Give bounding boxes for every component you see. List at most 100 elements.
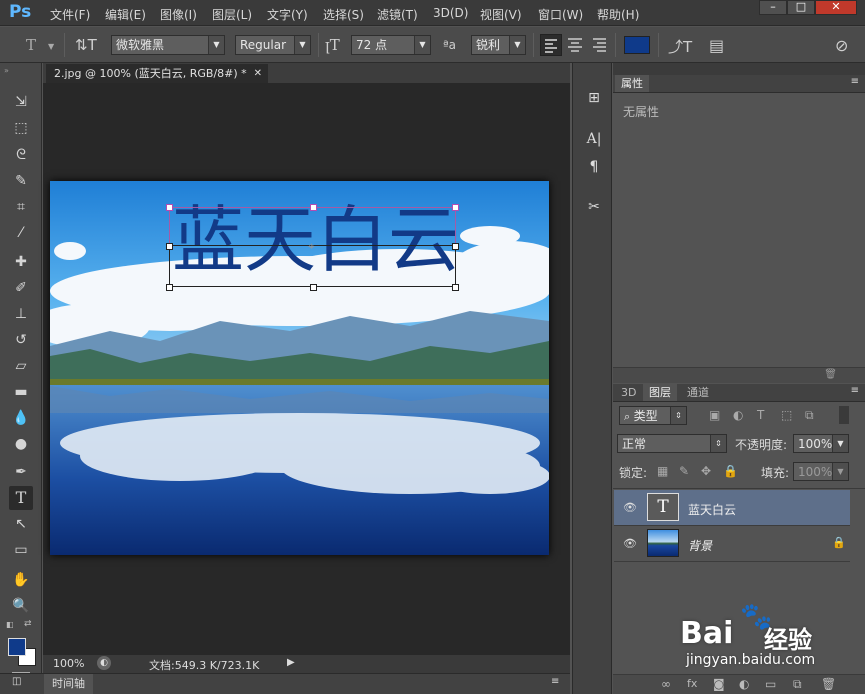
gradient-tool-icon[interactable]: ▬	[9, 380, 33, 404]
menu-filter[interactable]: 滤镜(T)	[377, 6, 418, 23]
document-tab[interactable]: 2.jpg @ 100% (蓝天白云, RGB/8#) * ✕	[46, 64, 268, 83]
filter-shape-icon[interactable]: ⬚	[781, 408, 792, 422]
trash-icon[interactable]: 🗑	[821, 677, 836, 691]
visibility-eye-icon[interactable]: 👁	[623, 501, 637, 514]
cancel-icon[interactable]: ⊘	[835, 36, 848, 55]
menu-type[interactable]: 文字(Y)	[267, 6, 308, 23]
chevron-right-icon[interactable]: ▶	[287, 657, 295, 668]
visibility-eye-icon[interactable]: 👁	[623, 537, 637, 550]
tab-timeline[interactable]: 时间轴	[44, 674, 93, 694]
minimize-button[interactable]: –	[759, 0, 787, 15]
tab-layers[interactable]: 图层	[643, 384, 677, 401]
zoom-level[interactable]: 100%	[53, 657, 84, 670]
tool-presets-icon[interactable]: ✂	[583, 196, 605, 218]
adjustment-layer-icon[interactable]: ◐	[739, 677, 749, 691]
transform-handle[interactable]	[310, 204, 317, 211]
layer-name[interactable]: 背景	[688, 537, 712, 554]
font-style-select[interactable]: Regular ▼	[235, 35, 311, 55]
lock-pixels-icon[interactable]: ✎	[679, 464, 689, 478]
paragraph-panel-icon[interactable]: ¶	[583, 156, 605, 178]
pen-tool-icon[interactable]: ✒	[9, 460, 33, 484]
collapse-icon[interactable]: »	[4, 66, 9, 75]
transform-handle[interactable]	[310, 284, 317, 291]
lock-position-icon[interactable]: ✥	[701, 464, 711, 478]
transform-handle[interactable]	[166, 284, 173, 291]
link-layers-icon[interactable]: ∞	[661, 677, 671, 691]
clone-stamp-tool-icon[interactable]: ⊥	[9, 302, 33, 326]
foreground-color-swatch[interactable]	[8, 638, 26, 656]
font-family-select[interactable]: 微软雅黑 ▼	[111, 35, 225, 55]
hand-tool-icon[interactable]: ✋	[9, 568, 33, 592]
menu-select[interactable]: 选择(S)	[323, 6, 364, 23]
panel-menu-icon[interactable]: ≡	[851, 76, 859, 87]
rectangle-tool-icon[interactable]: ▭	[9, 538, 33, 562]
type-tool-icon[interactable]: T	[9, 486, 33, 510]
type-tool-preset-icon[interactable]: T	[26, 36, 36, 54]
tab-properties[interactable]: 属性	[615, 75, 649, 92]
history-brush-tool-icon[interactable]: ↺	[9, 328, 33, 352]
blur-tool-icon[interactable]: 💧	[9, 406, 33, 430]
document-image[interactable]: 蓝天白云 ⌖	[50, 181, 549, 555]
tab-3d[interactable]: 3D	[615, 384, 642, 401]
new-layer-icon[interactable]: ⧉	[793, 677, 802, 692]
fill-input[interactable]: 100% ▼	[793, 462, 849, 481]
trash-icon[interactable]: 🗑	[824, 369, 837, 380]
character-panel-icon[interactable]: ▤	[709, 36, 724, 55]
menu-3d[interactable]: 3D(D)	[433, 6, 468, 20]
filter-smart-object-icon[interactable]: ⧉	[805, 408, 814, 423]
filter-pixel-icon[interactable]: ▣	[709, 408, 720, 422]
brush-tool-icon[interactable]: ✐	[9, 276, 33, 300]
warp-text-icon[interactable]: ⤴T	[668, 36, 692, 57]
eyedropper-tool-icon[interactable]: ⁄	[9, 221, 33, 245]
menu-help[interactable]: 帮助(H)	[597, 6, 639, 23]
marquee-tool-icon[interactable]: ⬚	[9, 116, 33, 140]
menu-layer[interactable]: 图层(L)	[212, 6, 252, 23]
new-group-icon[interactable]: ▭	[765, 677, 776, 691]
align-right-button[interactable]	[589, 34, 611, 56]
transform-handle[interactable]	[452, 243, 459, 250]
layer-filter-select[interactable]: ⌕ 类型 ⇕	[619, 406, 687, 425]
status-menu-icon[interactable]: ◐	[97, 656, 111, 670]
lasso-tool-icon[interactable]: ᘓ	[9, 143, 33, 167]
menu-image[interactable]: 图像(I)	[160, 6, 197, 23]
menu-edit[interactable]: 编辑(E)	[105, 6, 146, 23]
filter-toggle[interactable]	[839, 406, 849, 424]
transform-handle[interactable]	[452, 204, 459, 211]
font-size-select[interactable]: 72 点 ▼	[351, 35, 431, 55]
healing-brush-tool-icon[interactable]: ✚	[9, 250, 33, 274]
menu-window[interactable]: 窗口(W)	[538, 6, 583, 23]
maximize-button[interactable]: □	[787, 0, 815, 15]
layer-row-text[interactable]: 👁 T 蓝天白云	[614, 490, 850, 526]
align-left-button[interactable]	[540, 34, 562, 56]
crop-tool-icon[interactable]: ⌗	[9, 195, 33, 219]
align-center-button[interactable]	[565, 34, 587, 56]
quick-selection-tool-icon[interactable]: ✎	[9, 169, 33, 193]
swap-colors-icon[interactable]: ⇄	[24, 619, 32, 629]
tab-channels[interactable]: 通道	[681, 384, 715, 401]
close-tab-icon[interactable]: ✕	[254, 64, 262, 83]
text-orientation-icon[interactable]: ⇅T	[75, 36, 97, 54]
character-panel-icon[interactable]: A|	[583, 128, 605, 150]
transform-handle[interactable]	[452, 284, 459, 291]
path-selection-tool-icon[interactable]: ↖	[9, 512, 33, 536]
layer-row-background[interactable]: 👁 背景 🔒	[614, 526, 850, 562]
text-color-swatch[interactable]	[624, 36, 650, 54]
zoom-tool-icon[interactable]: 🔍	[9, 594, 33, 618]
menu-file[interactable]: 文件(F)	[50, 6, 90, 23]
panel-menu-icon[interactable]: ≡	[851, 385, 859, 396]
opacity-input[interactable]: 100% ▼	[793, 434, 849, 453]
layer-mask-icon[interactable]: ◙	[713, 677, 725, 691]
history-panel-icon[interactable]: ⊞	[583, 87, 605, 109]
timeline-collapse-icon[interactable]: ◫	[12, 676, 21, 687]
filter-type-icon[interactable]: T	[757, 408, 764, 422]
lock-transparent-icon[interactable]: ▦	[657, 464, 668, 478]
dodge-tool-icon[interactable]: ●	[9, 432, 33, 456]
blend-mode-select[interactable]: 正常 ⇕	[617, 434, 727, 453]
transform-handle[interactable]	[166, 243, 173, 250]
move-tool-icon[interactable]: ⇲	[9, 90, 33, 114]
transform-handle[interactable]	[166, 204, 173, 211]
chevron-down-icon[interactable]: ▼	[48, 42, 54, 51]
layer-name[interactable]: 蓝天白云	[688, 501, 736, 518]
panel-menu-icon[interactable]: ≡	[551, 676, 559, 687]
menu-view[interactable]: 视图(V)	[480, 6, 522, 23]
